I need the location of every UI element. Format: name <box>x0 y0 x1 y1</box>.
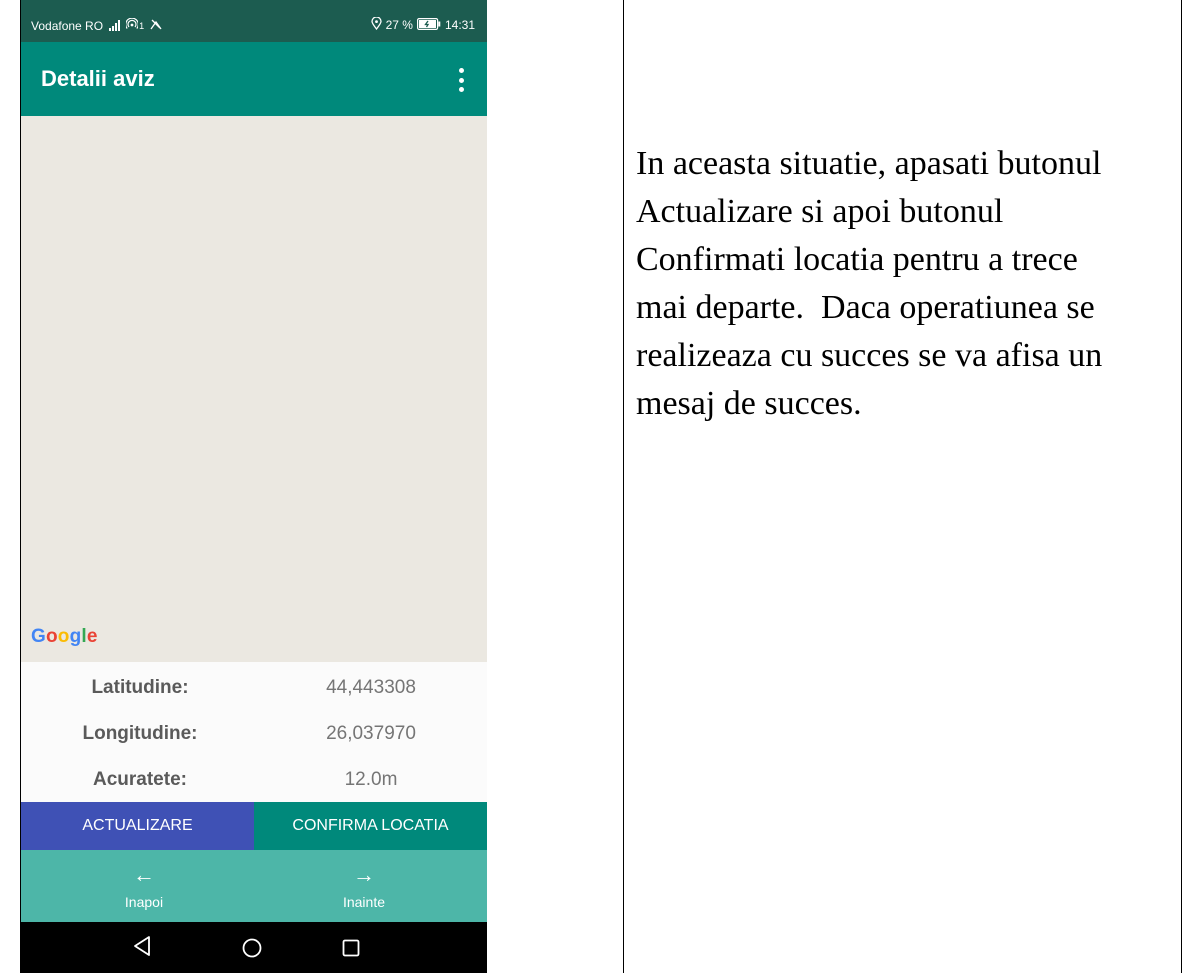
instructions-text: In aceasta situatie, apasati butonul Act… <box>636 140 1181 428</box>
latitude-label: Latitudine: <box>91 677 189 698</box>
longitude-label: Longitudine: <box>82 723 198 744</box>
system-navigation-bar <box>21 922 487 973</box>
longitude-value: 26,037970 <box>326 723 416 744</box>
google-letter: o <box>45 626 58 647</box>
system-back-icon[interactable] <box>131 934 153 963</box>
next-nav-button[interactable]: → Inainte <box>304 862 424 911</box>
bottom-navigation: ← Inapoi → Inainte <box>21 850 487 922</box>
confirm-location-button[interactable]: CONFIRMA LOCATIA <box>254 802 487 850</box>
signal-icon <box>109 20 121 31</box>
instruction-line: mesaj de succes. <box>636 385 862 422</box>
page-title: Detalii aviz <box>41 66 155 91</box>
instruction-line: realizeaza cu succes se va afisa un <box>636 337 1103 374</box>
info-row-accuracy: Acuratete: 12.0m <box>21 757 487 803</box>
google-letter: o <box>57 626 70 647</box>
system-recents-icon[interactable] <box>341 938 361 963</box>
location-info-panel: Latitudine: 44,443308 Longitudine: 26,03… <box>21 662 487 802</box>
google-letter: e <box>86 626 98 647</box>
instruction-line: Confirmati locatia pentru a trece <box>636 241 1078 278</box>
overflow-menu-icon[interactable] <box>459 68 465 92</box>
arrow-left-icon: ← <box>133 862 155 887</box>
google-attribution: Google <box>31 626 98 648</box>
clock: 14:31 <box>444 18 475 32</box>
instruction-line: Actualizare si apoi butonul <box>636 193 1004 230</box>
app-bar: Detalii aviz <box>21 42 487 116</box>
latitude-value: 44,443308 <box>326 677 416 698</box>
next-nav-label: Inainte <box>342 894 386 910</box>
back-nav-button[interactable]: ← Inapoi <box>84 862 204 911</box>
info-row-latitude: Latitudine: 44,443308 <box>21 665 487 711</box>
carrier-name: Vodafone RO <box>31 18 104 33</box>
network-superscript: 1 <box>139 20 145 31</box>
table-border-middle <box>623 0 624 973</box>
phone-screenshot: Vodafone RO 1 27 % 14:31 Detalii aviz Go… <box>21 0 487 973</box>
do-not-disturb-icon <box>150 18 162 33</box>
hotspot-icon <box>125 17 139 33</box>
accuracy-value: 12.0m <box>344 769 398 790</box>
update-button[interactable]: ACTUALIZARE <box>21 802 254 850</box>
google-letter: g <box>69 626 82 647</box>
info-row-longitude: Longitudine: 26,037970 <box>21 711 487 757</box>
google-letter: G <box>31 626 46 647</box>
table-border-right <box>1181 0 1182 973</box>
document-table: Vodafone RO 1 27 % 14:31 Detalii aviz Go… <box>0 0 1188 973</box>
map-view[interactable]: Google <box>21 116 487 662</box>
status-bar: Vodafone RO 1 27 % 14:31 <box>21 0 487 42</box>
arrow-right-icon: → <box>353 862 375 887</box>
back-nav-label: Inapoi <box>124 894 164 910</box>
instruction-line: In aceasta situatie, apasati butonul <box>636 145 1102 182</box>
battery-icon <box>416 17 441 33</box>
location-icon <box>370 16 382 33</box>
instruction-line: mai departe. Daca operatiunea se <box>636 289 1095 326</box>
system-home-icon[interactable] <box>241 937 263 964</box>
battery-percent: 27 % <box>385 18 413 32</box>
action-buttons: ACTUALIZARE CONFIRMA LOCATIA <box>21 802 487 850</box>
accuracy-label: Acuratete: <box>93 769 187 790</box>
